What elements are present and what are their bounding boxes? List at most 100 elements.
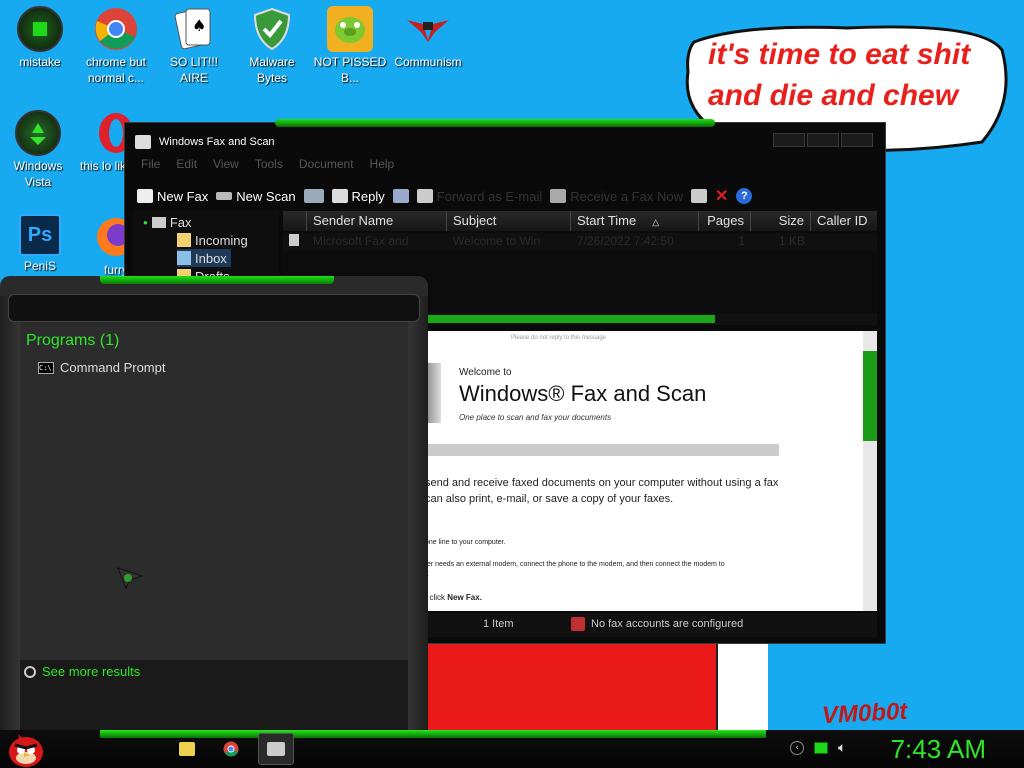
close-button[interactable]	[841, 133, 873, 147]
menu-view[interactable]: View	[213, 157, 239, 175]
desktop-icon-windows-vista[interactable]: Windows Vista	[0, 104, 76, 190]
column-header-start-time[interactable]: Start Time △	[571, 211, 699, 231]
forward-button[interactable]	[392, 189, 409, 203]
help-icon: ?	[736, 188, 753, 204]
result-command-prompt[interactable]: C:\ Command Prompt	[38, 360, 165, 375]
cell-pages: 1	[738, 234, 745, 248]
menu-edit[interactable]: Edit	[176, 157, 197, 175]
cursor-icon	[117, 567, 144, 590]
artist-signature: VM0b0t	[821, 697, 908, 730]
system-tray: ‹ 🔈︎	[790, 740, 846, 756]
minimize-button[interactable]	[773, 133, 805, 147]
window-controls	[773, 133, 873, 147]
body-line-3: one line to your computer.	[425, 539, 506, 546]
scanner-icon	[216, 192, 233, 200]
results-panel	[20, 326, 408, 660]
new-scan-button[interactable]: New Scan	[216, 189, 296, 204]
sort-arrow-icon: △	[652, 217, 660, 227]
magnifier-icon	[24, 665, 36, 678]
cell-subject: Welcome to Win	[453, 234, 541, 248]
new-fax-icon	[137, 189, 153, 203]
cmd-icon: C:\	[38, 361, 54, 374]
email-icon	[416, 189, 433, 203]
tree-item-inbox[interactable]: Inbox	[177, 249, 231, 267]
column-header-size[interactable]: Size	[751, 211, 811, 231]
solitaire-cards-icon: ♠	[171, 6, 217, 52]
start-menu-glow	[100, 276, 334, 284]
delete-x-icon: ✕	[714, 188, 729, 205]
column-header-sender[interactable]: Sender Name	[307, 211, 447, 231]
preview-scroll-thumb[interactable]	[863, 351, 877, 441]
desktop-icon-chrome[interactable]: chrome but normal c...	[78, 0, 154, 86]
menu-help[interactable]: Help	[370, 157, 395, 175]
desktop-icon-malwarebytes[interactable]: Malware Bytes	[234, 0, 310, 86]
chrome-icon	[223, 741, 239, 757]
welcome-label: Welcome to	[459, 367, 512, 378]
reply-button[interactable]: Reply	[331, 189, 385, 204]
receive-fax-button[interactable]: Receive a Fax Now	[550, 189, 683, 204]
desktop-icon-mistake[interactable]: mistake	[2, 0, 78, 70]
tree-item-fax[interactable]: ● Fax	[143, 213, 192, 231]
cell-caller-id	[811, 233, 877, 251]
menu-bar: File Edit View Tools Document Help	[133, 157, 877, 175]
body-line-1: send and receive faxed documents on your…	[425, 477, 779, 489]
programs-header: Programs (1)	[26, 332, 120, 349]
taskbar-clock[interactable]: 7:43 AM	[891, 734, 986, 765]
search-input[interactable]	[8, 294, 420, 322]
item-count: 1 Item	[483, 618, 514, 630]
status-bar: 1 Item No fax accounts are configured	[425, 613, 877, 637]
desktop-icon-photoshop[interactable]: Ps PeniS	[2, 208, 78, 274]
show-hidden-icons-button[interactable]: ‹	[790, 741, 804, 755]
desktop-icon-solitaire[interactable]: ♠ SO LIT!!! AIRE	[156, 0, 232, 86]
receive-fax-icon	[550, 189, 567, 203]
help-button[interactable]: ?	[736, 188, 753, 204]
column-header-pages[interactable]: Pages	[699, 211, 751, 231]
photoshop-icon: Ps	[19, 214, 61, 256]
folder-icon	[177, 233, 191, 247]
maximize-button[interactable]	[807, 133, 839, 147]
taskbar-chrome-button[interactable]	[216, 736, 246, 762]
splitter-bar[interactable]	[425, 313, 877, 325]
menu-file[interactable]: File	[141, 157, 160, 175]
no-account-icon	[571, 617, 585, 631]
chrome-icon	[93, 6, 139, 52]
folder-icon	[179, 742, 195, 756]
see-more-results-link[interactable]: See more results	[24, 664, 140, 679]
contacts-icon	[303, 189, 324, 203]
winged-emblem-icon	[405, 6, 451, 52]
print-button[interactable]	[690, 189, 707, 203]
forward-email-button[interactable]: Forward as E-mail	[416, 189, 542, 204]
fax-window-title: Windows Fax and Scan	[159, 136, 275, 148]
menu-document[interactable]: Document	[299, 157, 354, 175]
fax-titlebar[interactable]: Windows Fax and Scan	[135, 135, 275, 149]
contacts-button[interactable]	[303, 189, 324, 203]
recycle-orb-icon	[15, 110, 61, 156]
start-button-angry-bird-icon[interactable]	[4, 728, 46, 768]
inbox-folder-icon	[177, 251, 191, 265]
taskbar-explorer-button[interactable]	[172, 736, 202, 762]
divider-bar	[425, 444, 779, 456]
menu-tools[interactable]: Tools	[255, 157, 283, 175]
tree-item-incoming[interactable]: Incoming	[177, 231, 248, 249]
network-icon[interactable]	[814, 742, 828, 754]
svg-text:♠: ♠	[192, 16, 206, 35]
desktop-icon-communism[interactable]: Communism	[390, 0, 466, 70]
start-menu: Programs (1) C:\ Command Prompt See more…	[0, 276, 428, 730]
desktop-icon-pig[interactable]: NOT PISSED B...	[312, 0, 388, 86]
product-title: Windows® Fax and Scan	[459, 381, 707, 406]
column-header-caller-id[interactable]: Caller ID	[811, 211, 877, 231]
cell-size: 1 KB	[778, 234, 805, 248]
delete-button[interactable]: ✕	[715, 186, 728, 206]
body-line-2: can also print, e-mail, or save a copy o…	[425, 493, 674, 505]
volume-icon[interactable]: 🔈︎	[838, 740, 846, 756]
fax-folder-icon	[151, 216, 166, 228]
table-row[interactable]: Microsoft Fax and Welcome to Win 7/26/20…	[283, 233, 877, 251]
column-header-subject[interactable]: Subject	[447, 211, 571, 231]
taskbar-fax-button[interactable]	[261, 736, 291, 762]
new-fax-button[interactable]: New Fax	[137, 189, 208, 204]
cell-start-time: 7/26/2022 7:42:50	[577, 234, 674, 248]
fax-document-icon	[289, 234, 299, 246]
razer-green-icon	[17, 6, 63, 52]
message-preview: Please do not reply to this message Welc…	[425, 331, 877, 611]
body-line-5: , click New Fax.	[425, 593, 482, 602]
